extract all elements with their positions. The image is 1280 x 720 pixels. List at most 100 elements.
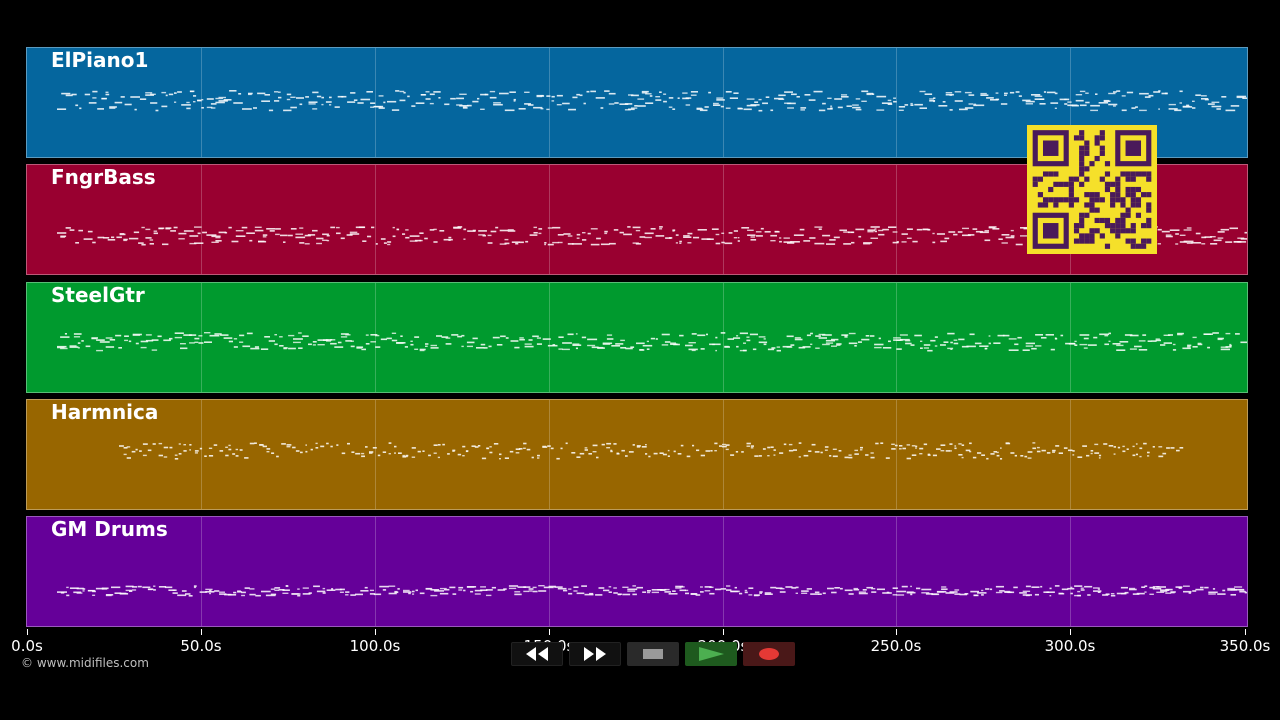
note-marks xyxy=(57,332,1247,352)
note xyxy=(480,108,485,110)
note xyxy=(336,232,341,235)
note xyxy=(1054,107,1057,109)
note xyxy=(209,592,211,595)
note xyxy=(264,336,270,338)
axis-tick xyxy=(201,629,202,635)
axis-tick xyxy=(375,629,376,635)
note xyxy=(995,585,1004,588)
note xyxy=(919,447,924,450)
fast-forward-button[interactable] xyxy=(569,642,621,666)
note xyxy=(1055,445,1060,447)
play-button[interactable] xyxy=(685,642,737,666)
note xyxy=(239,334,245,337)
note xyxy=(628,451,634,453)
note xyxy=(419,349,425,352)
note xyxy=(194,242,204,244)
note xyxy=(140,346,147,349)
note xyxy=(725,448,729,451)
note xyxy=(208,455,214,457)
note xyxy=(415,589,418,592)
track-lane[interactable]: GM Drums xyxy=(26,516,1248,627)
track-lane[interactable]: SteelGtr xyxy=(26,282,1248,393)
note xyxy=(499,92,509,95)
note xyxy=(673,450,676,453)
note xyxy=(1144,585,1148,587)
note xyxy=(1230,594,1236,596)
note xyxy=(800,107,807,109)
note xyxy=(714,450,717,452)
note xyxy=(360,98,371,101)
note xyxy=(993,342,1001,344)
record-button[interactable] xyxy=(743,642,795,666)
note xyxy=(734,586,737,589)
note xyxy=(750,239,757,241)
note xyxy=(1221,96,1227,98)
note xyxy=(636,342,645,345)
note xyxy=(87,230,93,233)
note xyxy=(568,592,573,595)
note xyxy=(315,442,318,445)
note xyxy=(77,342,81,344)
note xyxy=(254,346,259,348)
note xyxy=(637,98,645,100)
note xyxy=(715,242,721,245)
note xyxy=(746,442,751,445)
note xyxy=(178,238,185,240)
note xyxy=(282,592,289,594)
note xyxy=(776,349,781,352)
note xyxy=(504,109,515,112)
note xyxy=(489,96,497,99)
note xyxy=(803,454,809,457)
note xyxy=(302,587,309,589)
note xyxy=(219,591,225,593)
note xyxy=(863,243,871,245)
note xyxy=(482,234,486,237)
play-icon xyxy=(699,647,724,661)
note xyxy=(709,592,715,595)
note xyxy=(815,335,821,337)
note xyxy=(296,97,304,99)
note xyxy=(504,242,510,245)
note xyxy=(249,588,255,590)
note xyxy=(700,348,705,350)
rewind-button[interactable] xyxy=(511,642,563,666)
note xyxy=(1039,103,1046,105)
axis-tick-label: 100.0s xyxy=(349,637,401,655)
note xyxy=(211,235,221,238)
track-lane[interactable]: Harmnica xyxy=(26,399,1248,510)
note xyxy=(697,229,707,231)
note xyxy=(274,334,277,336)
note xyxy=(748,594,753,596)
note xyxy=(655,96,661,98)
note xyxy=(295,233,304,235)
note xyxy=(743,349,747,352)
note xyxy=(151,339,159,341)
note xyxy=(405,455,408,458)
note xyxy=(636,586,643,589)
note xyxy=(1015,243,1023,246)
note xyxy=(380,338,387,341)
note xyxy=(691,333,697,335)
note xyxy=(810,343,813,345)
transport-controls xyxy=(511,642,795,666)
note xyxy=(492,336,500,339)
note xyxy=(1217,231,1225,233)
note xyxy=(361,452,365,455)
note xyxy=(736,335,739,337)
note xyxy=(687,242,692,244)
note xyxy=(932,241,936,244)
note xyxy=(972,228,978,230)
note xyxy=(784,91,793,93)
note xyxy=(920,347,923,349)
note xyxy=(1186,227,1192,229)
note xyxy=(754,101,759,103)
note xyxy=(349,233,360,235)
note xyxy=(183,230,194,232)
note xyxy=(1041,337,1047,339)
note xyxy=(288,334,295,337)
note xyxy=(1080,589,1085,591)
track-name: GM Drums xyxy=(51,517,168,541)
note xyxy=(1158,108,1160,110)
note xyxy=(690,94,697,96)
stop-button[interactable] xyxy=(627,642,679,666)
